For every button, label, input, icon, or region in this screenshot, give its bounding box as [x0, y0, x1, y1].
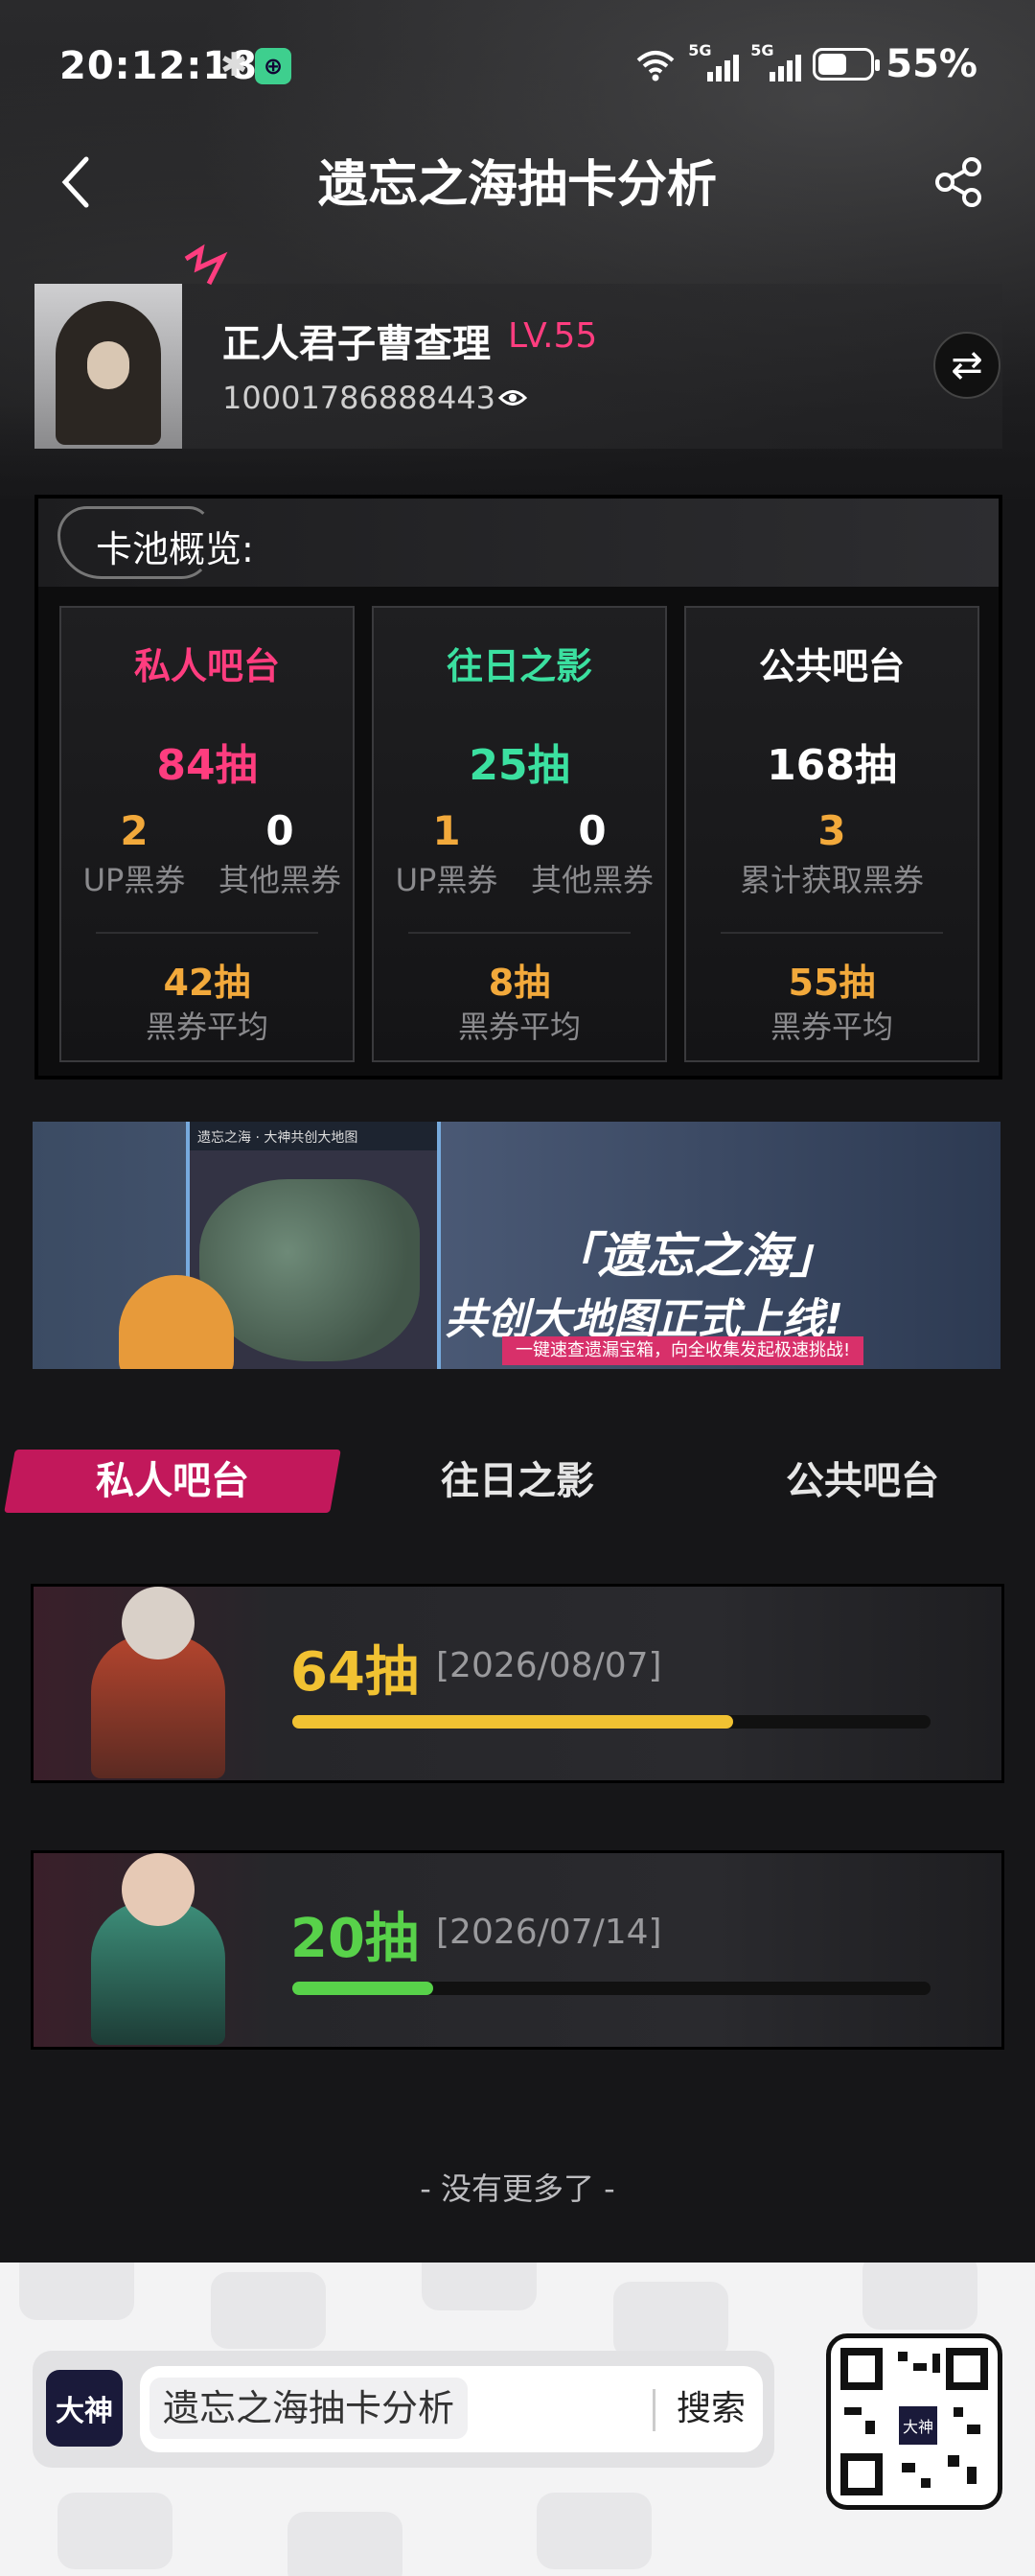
total-ticket-label: 累计获取黑券 [739, 862, 924, 898]
battery-percent: 55% [886, 42, 978, 86]
character-portrait [53, 1824, 264, 2051]
player-level: LV.55 [508, 316, 598, 356]
pool-card-total: 168抽 [767, 741, 897, 790]
pool-card-title: 公共吧台 [758, 645, 905, 687]
record-date: [2026/08/07] [436, 1646, 662, 1685]
other-ticket-count: 0 [265, 807, 294, 854]
tab-past-shadow[interactable]: 往日之影 [345, 1438, 690, 1524]
pool-card-past-shadow[interactable]: 往日之影 25抽 1 UP黑券 0 其他黑券 8抽 黑券平均 [372, 606, 667, 1062]
character-portrait [53, 1558, 264, 1784]
share-button[interactable] [930, 153, 987, 211]
page: 20:12:18 ✱ ⊕ 5G 5G 55% 遗忘之海抽卡分析 正人君子曹查理 … [0, 0, 1035, 2576]
signal-icon-2: 5G [750, 41, 802, 81]
avg-label: 黑券平均 [457, 1009, 581, 1045]
promo-banner[interactable]: 遗忘之海 · 大神共创大地图 「遗忘之海」 共创大地图正式上线! 一键速查遗漏宝… [33, 1122, 1000, 1369]
record-progress [292, 1715, 931, 1729]
other-ticket-label: 其他黑券 [218, 862, 341, 898]
up-ticket-label: UP黑券 [395, 862, 498, 898]
pool-card-public-bar[interactable]: 公共吧台 168抽 3 累计获取黑券 55抽 黑券平均 [684, 606, 979, 1062]
qr-logo: 大神 [896, 2403, 940, 2448]
pool-tabs: 私人吧台 往日之影 公共吧台 [0, 1438, 1035, 1524]
status-bar: 20:12:18 ✱ ⊕ 5G 5G 55% [0, 0, 1035, 134]
app-logo: 大神 [46, 2370, 123, 2447]
pool-overview-title: 卡池概览: [96, 528, 254, 570]
swap-icon: ⇄ [951, 343, 983, 387]
wifi-icon [636, 51, 675, 81]
other-ticket-label: 其他黑券 [530, 862, 654, 898]
avg-pulls: 42抽 [163, 962, 251, 1004]
record-row[interactable]: 20抽 [2026/07/14] [31, 1850, 1004, 2050]
player-name: 正人君子曹查理 [222, 322, 491, 366]
record-pull-count: 64抽 [290, 1641, 419, 1704]
pool-card-title: 往日之影 [446, 645, 592, 687]
avg-label: 黑券平均 [770, 1009, 893, 1045]
decoration-icon [184, 244, 228, 286]
search-button[interactable]: 搜索 [677, 2366, 746, 2452]
pool-card-title: 私人吧台 [133, 645, 280, 687]
no-more-text: - 没有更多了 - [420, 2170, 615, 2207]
record-date: [2026/07/14] [436, 1913, 662, 1952]
pool-card-total: 25抽 [469, 741, 570, 790]
record-row[interactable]: 64抽 [2026/08/07] [31, 1584, 1004, 1783]
profile-card [34, 284, 1002, 449]
avg-pulls: 8抽 [488, 962, 551, 1004]
tab-public-bar[interactable]: 公共吧台 [690, 1438, 1035, 1524]
signal-icon-1: 5G [688, 41, 740, 81]
avg-pulls: 55抽 [788, 962, 876, 1004]
pool-card-private-bar[interactable]: 私人吧台 84抽 2 UP黑券 0 其他黑券 42抽 黑券平均 [59, 606, 355, 1062]
up-ticket-count: 1 [432, 807, 461, 854]
avg-label: 黑券平均 [145, 1009, 268, 1045]
search-query: 遗忘之海抽卡分析 [150, 2378, 469, 2439]
player-id: 10001786888443 [222, 380, 496, 416]
pool-card-total: 84抽 [156, 741, 258, 790]
other-ticket-count: 0 [578, 807, 607, 854]
search-input[interactable]: 遗忘之海抽卡分析 搜索 [140, 2366, 763, 2452]
banner-caption: 一键速查遗漏宝箱，向全收集发起极速挑战! [502, 1336, 864, 1365]
share-icon [935, 157, 981, 207]
avatar[interactable] [34, 284, 182, 449]
qr-code: 大神 [826, 2333, 1002, 2510]
banner-headline: 「遗忘之海」 [550, 1228, 838, 1284]
battery-icon [813, 48, 881, 81]
record-pull-count: 20抽 [290, 1908, 419, 1970]
total-ticket-count: 3 [817, 807, 846, 854]
bluetooth-icon: ✱ [220, 46, 248, 84]
pool-overview: 卡池概览: 私人吧台 84抽 2 UP黑券 0 其他黑券 42抽 黑券平均 往日之影… [34, 495, 1002, 1079]
page-title: 遗忘之海抽卡分析 [317, 156, 717, 214]
app-notification-icon: ⊕ [255, 48, 291, 84]
footer-area: 大神 遗忘之海抽卡分析 搜索 大神 [0, 2263, 1035, 2576]
switch-account-button[interactable]: ⇄ [933, 332, 1000, 399]
banner-map-title: 遗忘之海 · 大神共创大地图 [190, 1122, 437, 1150]
record-progress [292, 1982, 931, 1995]
search-bar: 大神 遗忘之海抽卡分析 搜索 [33, 2351, 774, 2468]
tab-private-bar[interactable]: 私人吧台 [0, 1438, 345, 1524]
up-ticket-count: 2 [120, 807, 149, 854]
eye-icon[interactable] [498, 387, 527, 408]
up-ticket-label: UP黑券 [82, 862, 186, 898]
